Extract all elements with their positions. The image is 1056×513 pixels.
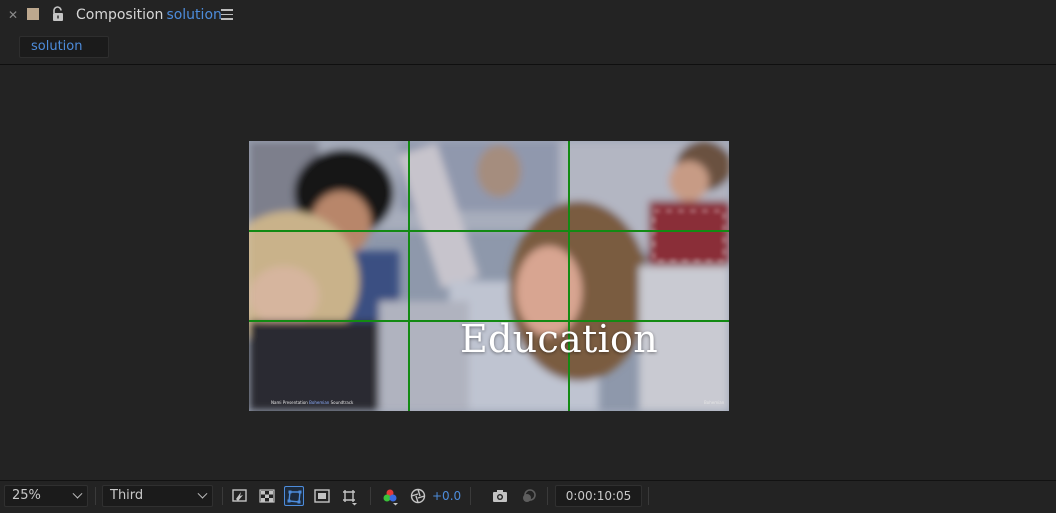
magnification-dropdown[interactable]: 25%	[4, 485, 88, 507]
composition-viewer[interactable]: Education Nami Presentation Bohemian Sou…	[0, 65, 1056, 480]
composition-tab-bar: solution	[0, 32, 1056, 64]
channels-rgb-icon[interactable]	[380, 486, 400, 506]
region-of-interest-icon[interactable]	[312, 486, 332, 506]
thirds-guide-vertical-1	[408, 141, 410, 411]
transparency-grid-icon[interactable]	[257, 486, 277, 506]
magnification-value: 25%	[12, 488, 41, 503]
grid-guides-icon[interactable]	[339, 486, 359, 506]
thirds-guide-vertical-2	[568, 141, 570, 411]
lock-open-icon[interactable]	[51, 6, 65, 22]
separator	[370, 487, 371, 505]
composition-credit-text: Nami Presentation Bohemian Soundtrack	[271, 400, 353, 405]
corner-mark: Bohemian	[704, 400, 725, 405]
credit-prefix: Nami Presentation	[271, 400, 308, 405]
mask-path-visibility-icon[interactable]	[284, 486, 304, 506]
snapshot-camera-icon[interactable]	[490, 486, 510, 506]
viewer-toolbar: 25% Third +0.0 0:00:10:05	[0, 480, 1056, 513]
hamburger-menu-icon[interactable]	[221, 9, 233, 20]
separator	[648, 487, 649, 505]
tab-solution[interactable]: solution	[19, 36, 109, 58]
classroom-photo	[249, 141, 729, 411]
close-icon[interactable]: ✕	[7, 8, 19, 22]
panel-title-prefix: Composition	[76, 7, 164, 23]
thirds-guide-horizontal-1	[249, 230, 729, 232]
exposure-value[interactable]: +0.0	[432, 489, 461, 503]
composition-title-text[interactable]: Education	[249, 317, 729, 361]
separator	[470, 487, 471, 505]
composition-frame[interactable]: Education Nami Presentation Bohemian Sou…	[249, 141, 729, 411]
separator	[95, 487, 96, 505]
reset-exposure-icon[interactable]	[408, 486, 428, 506]
current-time-display[interactable]: 0:00:10:05	[555, 485, 642, 507]
separator	[222, 487, 223, 505]
panel-comp-name[interactable]: solution	[166, 7, 221, 23]
resolution-value: Third	[110, 488, 144, 503]
show-snapshot-icon[interactable]	[518, 486, 538, 506]
credit-highlight: Bohemian	[309, 400, 330, 405]
label-color-swatch[interactable]	[27, 8, 39, 20]
panel-title: Composition solution	[76, 7, 222, 23]
always-preview-icon[interactable]	[230, 486, 250, 506]
separator	[547, 487, 548, 505]
chevron-down-icon	[72, 488, 83, 499]
chevron-down-icon	[197, 488, 208, 499]
resolution-dropdown[interactable]: Third	[102, 485, 213, 507]
panel-header: ✕ Composition solution	[0, 0, 1056, 32]
credit-suffix: Soundtrack	[330, 400, 354, 405]
